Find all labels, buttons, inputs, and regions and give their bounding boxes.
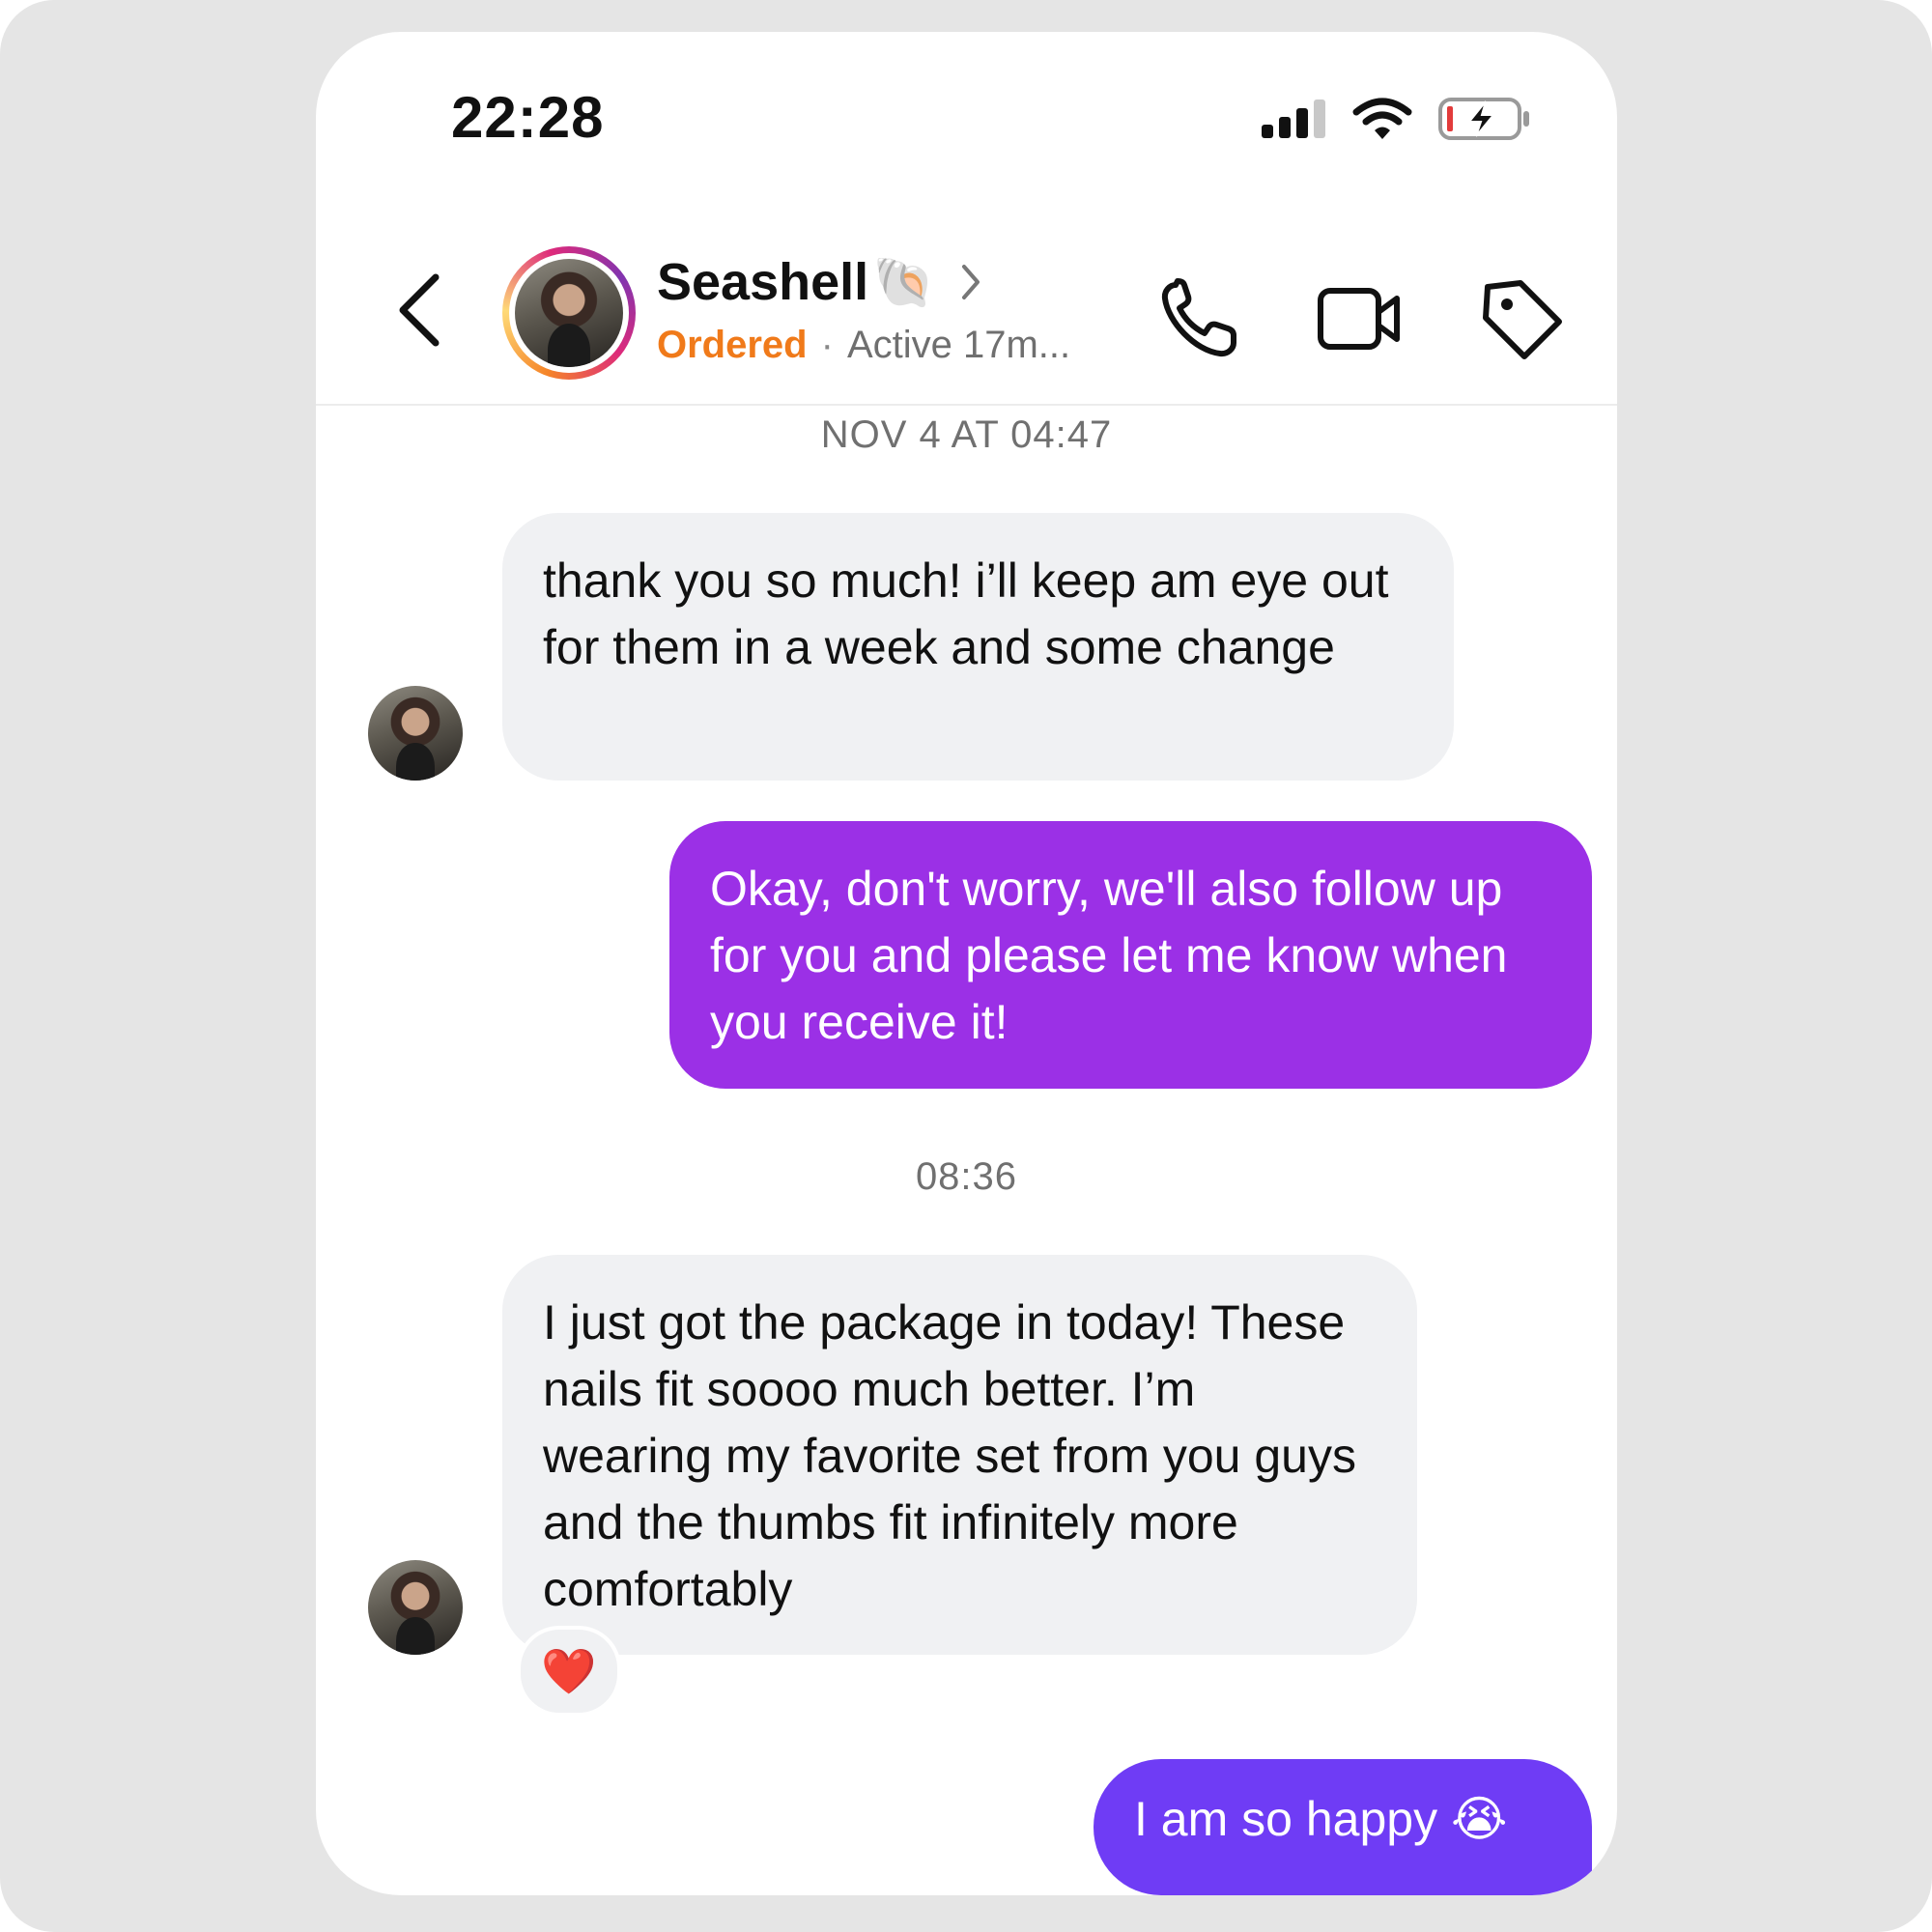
status-time: 22:28 (451, 85, 605, 150)
wifi-icon (1352, 98, 1412, 139)
video-camera-icon[interactable] (1316, 275, 1403, 362)
phone-icon[interactable] (1156, 275, 1243, 362)
tag-icon[interactable] (1478, 275, 1565, 362)
heart-reaction[interactable]: ❤️ (517, 1626, 621, 1717)
chevron-right-icon (961, 265, 980, 299)
shell-emoji: 🐚 (872, 254, 935, 311)
incoming-message-bubble[interactable]: I just got the package in today! These n… (502, 1255, 1417, 1655)
message-timestamp: NOV 4 AT 04:47 (820, 413, 1113, 456)
contact-name: Seashell (657, 253, 869, 311)
outgoing-message-bubble[interactable]: I am so happy 😭 (1094, 1759, 1592, 1895)
separator-dot: · (820, 324, 834, 366)
avatar-photo (515, 259, 623, 367)
message-timestamp: 08:36 (915, 1155, 1018, 1198)
contact-avatar[interactable] (502, 246, 636, 380)
outgoing-message-bubble[interactable]: Okay, don't worry, we'll also follow up … (669, 821, 1592, 1089)
chat-header: Seashell 🐚 Ordered · Active 17m... (316, 215, 1617, 406)
battery-charging-icon (1438, 98, 1529, 140)
sender-avatar[interactable] (368, 686, 463, 781)
back-icon[interactable] (391, 271, 449, 349)
incoming-message-bubble[interactable]: thank you so much! i’ll keep am eye out … (502, 513, 1454, 781)
contact-name-row[interactable]: Seashell 🐚 (657, 252, 981, 312)
order-status-label[interactable]: Ordered (657, 324, 808, 366)
sender-avatar[interactable] (368, 1560, 463, 1655)
screenshot-frame: 22:28 Seashell 🐚 Ordered · Active 17m...… (0, 0, 1932, 1932)
phone-screen: 22:28 Seashell 🐚 Ordered · Active 17m...… (316, 32, 1617, 1895)
active-status: Active 17m... (846, 324, 1071, 366)
cellular-signal-icon (1262, 99, 1325, 138)
status-icons (1260, 90, 1532, 148)
contact-subtitle: Ordered · Active 17m... (657, 324, 1070, 367)
